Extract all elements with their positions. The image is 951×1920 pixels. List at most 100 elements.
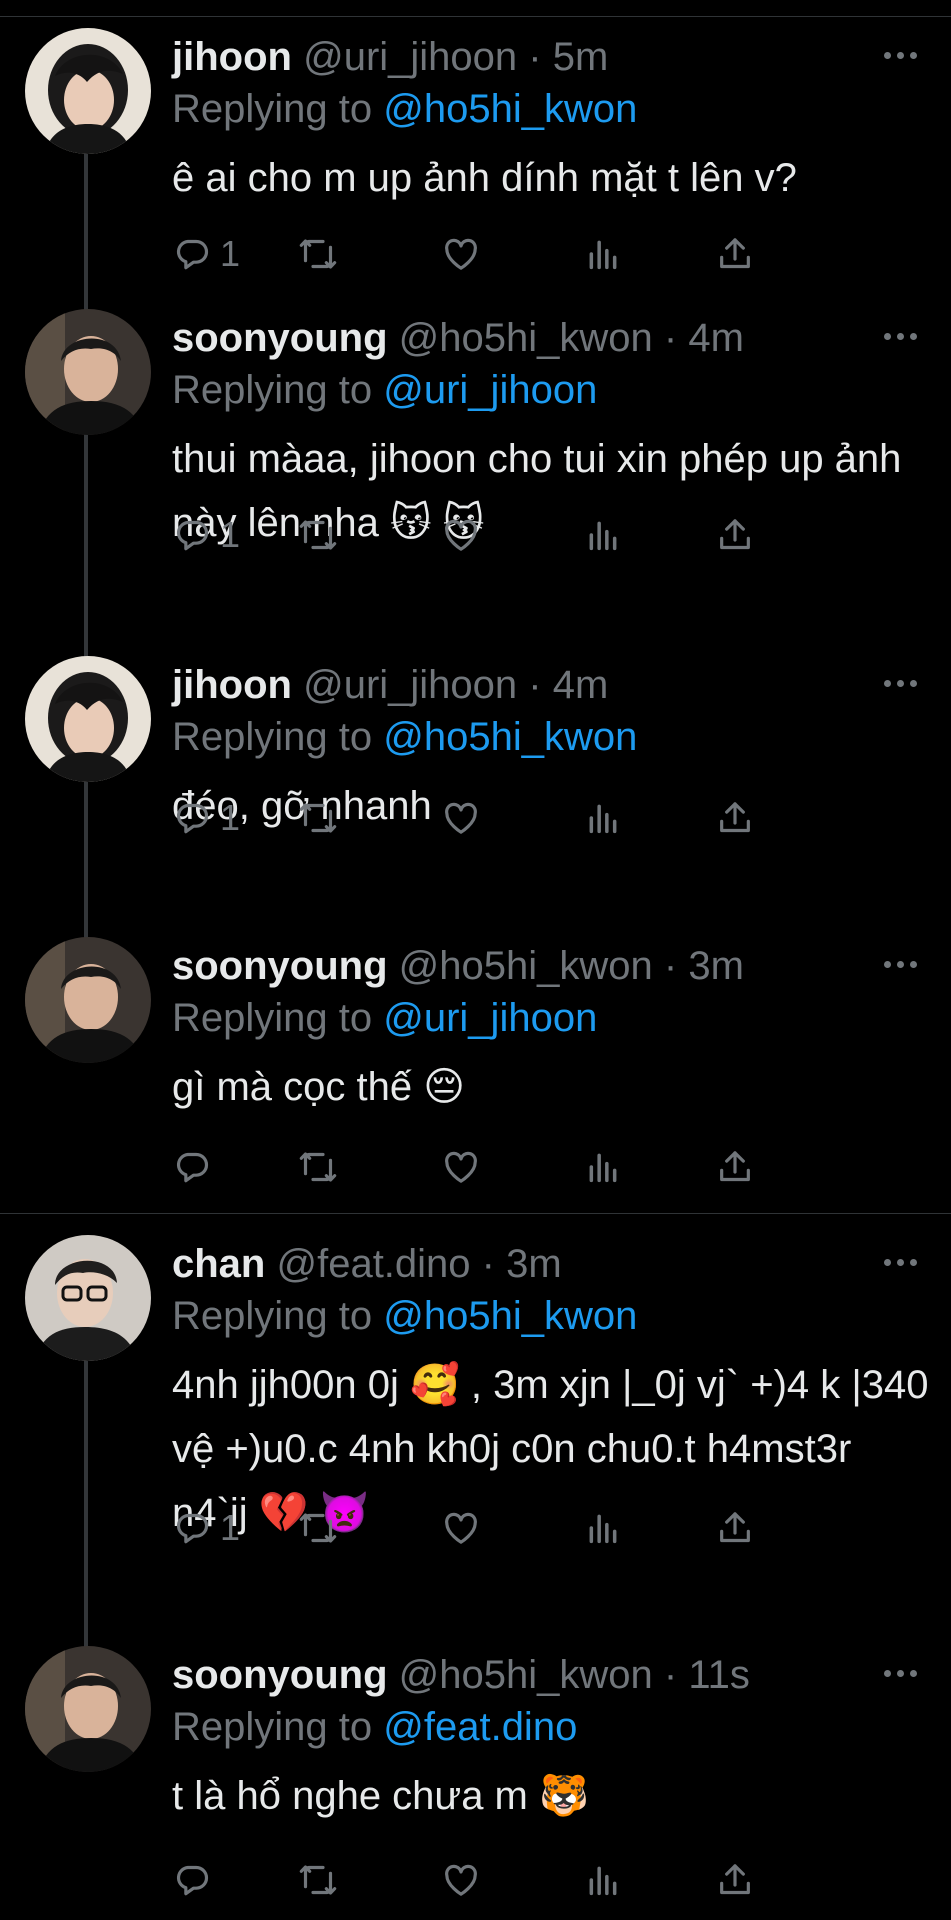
share-icon — [720, 802, 750, 833]
more-icon[interactable] — [884, 48, 920, 64]
replying-to-line: Replying to @ho5hi_kwon — [172, 1287, 637, 1345]
reply-button[interactable]: 1 — [172, 513, 262, 557]
display-name[interactable]: chan — [172, 1242, 265, 1286]
tweet-text: t là hổ nghe chưa m 🐯 — [172, 1774, 589, 1818]
soonyoung-avatar-image — [25, 1646, 151, 1772]
separator-dot: · — [528, 35, 542, 79]
share-button[interactable] — [715, 1506, 759, 1550]
reply-button[interactable]: 1 — [172, 1506, 262, 1550]
tweet[interactable]: soonyoung @ho5hi_kwon · 3m Replying to @… — [0, 937, 951, 1205]
retweet-button[interactable] — [298, 1506, 342, 1550]
share-icon — [720, 1151, 750, 1182]
reply-button[interactable] — [172, 1858, 262, 1902]
username-handle[interactable]: @ho5hi_kwon — [399, 944, 653, 988]
timestamp[interactable]: 4m — [553, 663, 609, 707]
replying-to-mention[interactable]: @uri_jihoon — [383, 368, 597, 412]
views-button[interactable] — [583, 796, 627, 840]
timestamp[interactable]: 5m — [553, 35, 609, 79]
avatar[interactable] — [25, 309, 151, 435]
share-button[interactable] — [715, 513, 759, 557]
replying-to-label: Replying to — [172, 996, 373, 1040]
like-button[interactable] — [441, 1858, 485, 1902]
more-icon[interactable] — [884, 1666, 920, 1682]
replying-to-line: Replying to @ho5hi_kwon — [172, 80, 637, 138]
like-button[interactable] — [441, 1506, 485, 1550]
username-handle[interactable]: @uri_jihoon — [303, 35, 517, 79]
timestamp[interactable]: 3m — [688, 944, 744, 988]
action-bar: 1 — [172, 796, 832, 840]
views-button[interactable] — [583, 1145, 627, 1189]
views-button[interactable] — [583, 1506, 627, 1550]
replying-to-label: Replying to — [172, 87, 373, 131]
retweet-button[interactable] — [298, 513, 342, 557]
display-name[interactable]: jihoon — [172, 663, 292, 707]
action-bar — [172, 1145, 832, 1189]
avatar[interactable] — [25, 937, 151, 1063]
retweet-button[interactable] — [298, 796, 342, 840]
more-icon[interactable] — [884, 329, 920, 345]
more-icon[interactable] — [884, 957, 920, 973]
username-handle[interactable]: @feat.dino — [276, 1242, 470, 1286]
tweet[interactable]: soonyoung @ho5hi_kwon · 4m Replying to @… — [0, 309, 951, 573]
replying-to-mention[interactable]: @ho5hi_kwon — [383, 87, 637, 131]
views-button[interactable] — [583, 232, 627, 276]
share-icon — [720, 1512, 750, 1543]
reply-button[interactable]: 1 — [172, 232, 262, 276]
avatar[interactable] — [25, 28, 151, 154]
retweet-button[interactable] — [298, 1145, 342, 1189]
heart-icon — [445, 802, 477, 834]
analytics-icon — [589, 521, 617, 551]
like-button[interactable] — [441, 1145, 485, 1189]
display-name[interactable]: soonyoung — [172, 1653, 388, 1697]
tweet[interactable]: jihoon @uri_jihoon · 4m Replying to @ho5… — [0, 656, 951, 856]
share-icon — [720, 519, 750, 550]
timestamp[interactable]: 4m — [688, 316, 744, 360]
more-icon[interactable] — [884, 1255, 920, 1271]
username-handle[interactable]: @ho5hi_kwon — [399, 316, 653, 360]
reply-icon — [176, 1865, 209, 1896]
tweet[interactable]: chan @feat.dino · 3m Replying to @ho5hi_… — [0, 1235, 951, 1566]
avatar[interactable] — [25, 1646, 151, 1772]
replying-to-mention[interactable]: @ho5hi_kwon — [383, 1294, 637, 1338]
display-name[interactable]: soonyoung — [172, 316, 388, 360]
reply-button[interactable] — [172, 1145, 262, 1189]
replying-to-mention[interactable]: @ho5hi_kwon — [383, 715, 637, 759]
tweet-header: jihoon @uri_jihoon · 5m — [172, 28, 608, 86]
retweet-icon — [299, 1865, 337, 1895]
reply-count: 1 — [220, 514, 241, 555]
username-handle[interactable]: @ho5hi_kwon — [399, 1653, 653, 1697]
reply-icon — [176, 1152, 209, 1183]
analytics-icon — [589, 240, 617, 270]
views-button[interactable] — [583, 513, 627, 557]
retweet-button[interactable] — [298, 1858, 342, 1902]
display-name[interactable]: jihoon — [172, 35, 292, 79]
share-button[interactable] — [715, 1145, 759, 1189]
timestamp[interactable]: 11s — [688, 1653, 750, 1697]
timestamp[interactable]: 3m — [506, 1242, 562, 1286]
heart-icon — [445, 238, 477, 270]
replying-to-mention[interactable]: @feat.dino — [383, 1705, 577, 1749]
avatar[interactable] — [25, 1235, 151, 1361]
like-button[interactable] — [441, 796, 485, 840]
reply-button[interactable]: 1 — [172, 796, 262, 840]
separator-dot: · — [663, 316, 678, 360]
retweet-icon — [299, 803, 337, 833]
like-button[interactable] — [441, 513, 485, 557]
share-button[interactable] — [715, 1858, 759, 1902]
tweet[interactable]: jihoon @uri_jihoon · 5m Replying to @ho5… — [0, 28, 951, 292]
heart-icon — [445, 1864, 477, 1896]
display-name[interactable]: soonyoung — [172, 944, 388, 988]
tweet-header: jihoon @uri_jihoon · 4m — [172, 656, 608, 714]
replying-to-mention[interactable]: @uri_jihoon — [383, 996, 597, 1040]
retweet-button[interactable] — [298, 232, 342, 276]
share-button[interactable] — [715, 232, 759, 276]
more-icon[interactable] — [884, 676, 920, 692]
views-button[interactable] — [583, 1858, 627, 1902]
avatar[interactable] — [25, 656, 151, 782]
share-button[interactable] — [715, 796, 759, 840]
like-button[interactable] — [441, 232, 485, 276]
username-handle[interactable]: @uri_jihoon — [303, 663, 517, 707]
tweet[interactable]: soonyoung @ho5hi_kwon · 11s Replying to … — [0, 1646, 951, 1918]
retweet-icon — [299, 239, 337, 269]
replying-to-label: Replying to — [172, 715, 373, 759]
